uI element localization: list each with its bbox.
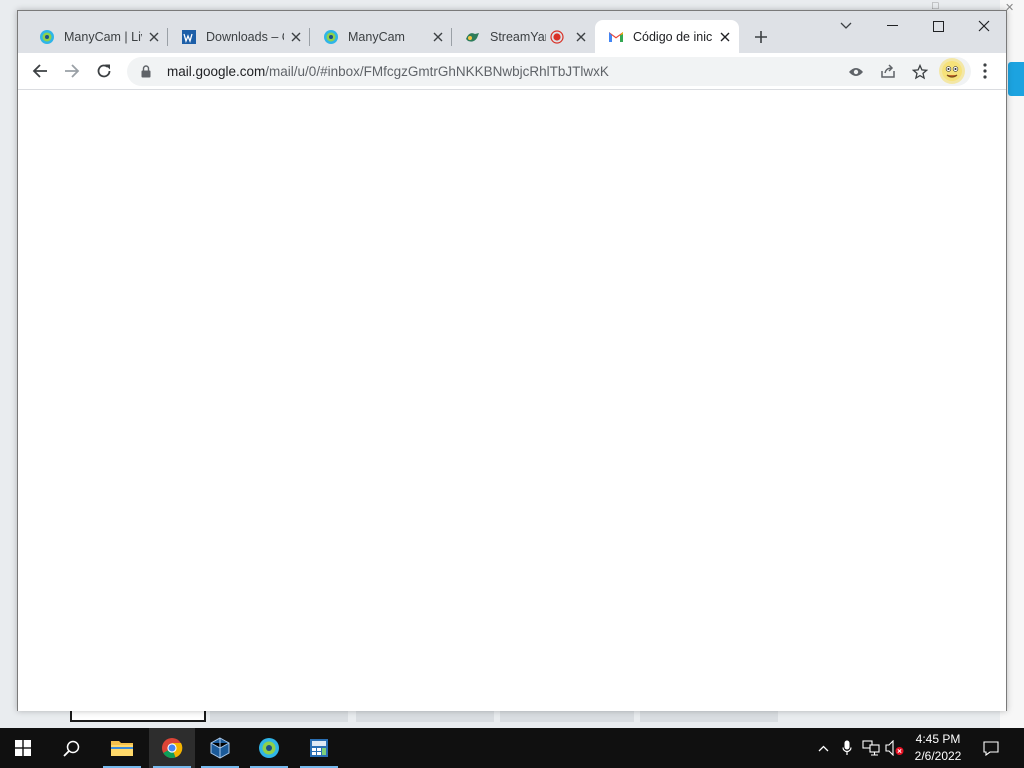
taskbar-virtualbox[interactable]: [197, 728, 243, 768]
share-icon[interactable]: [876, 60, 900, 84]
tab-title: Downloads – C: [206, 29, 284, 44]
close-tab-icon[interactable]: [717, 29, 733, 45]
chrome-icon: [162, 738, 183, 759]
clock-time: 4:45 PM: [915, 732, 961, 746]
minimize-button[interactable]: [869, 11, 915, 41]
navigation-toolbar: mail.google.com/mail/u/0/#inbox/FMfcgzGm…: [18, 53, 1006, 90]
tab-title: ManyCam | Liv: [64, 29, 142, 44]
close-icon: [978, 20, 990, 32]
taskbar-file-explorer[interactable]: [99, 728, 145, 768]
tab-search-button[interactable]: [823, 11, 869, 41]
reload-icon: [97, 64, 111, 78]
clock-date: 2/6/2022: [914, 749, 962, 763]
start-button[interactable]: [0, 728, 46, 768]
back-arrow-icon: [32, 64, 47, 78]
search-button[interactable]: [48, 728, 94, 768]
page-content[interactable]: [18, 91, 1006, 711]
system-clock[interactable]: 4:45 PM 2/6/2022: [900, 731, 976, 765]
taskbar-manycam[interactable]: [246, 728, 292, 768]
notifications-icon: [983, 740, 999, 756]
tab-manycam[interactable]: ManyCam: [310, 20, 452, 53]
tab-streamyard[interactable]: StreamYard: [452, 20, 594, 53]
tab-gmail[interactable]: Código de inic: [595, 20, 739, 53]
tab-title: Código de inic: [633, 29, 713, 44]
network-tray[interactable]: [860, 728, 882, 768]
network-icon: [862, 740, 880, 756]
maximize-icon: [932, 20, 944, 32]
close-tab-icon[interactable]: [288, 29, 304, 45]
show-hidden-icons-button[interactable]: [814, 728, 832, 768]
chevron-down-icon: [840, 22, 852, 29]
taskbar-chrome[interactable]: [149, 728, 195, 768]
background-strip: [640, 710, 778, 722]
forward-button[interactable]: [58, 57, 86, 85]
minimize-icon: [886, 25, 898, 26]
reload-button[interactable]: [90, 57, 118, 85]
tab-strip: ManyCam | Liv Downloads – C ManyCam Stre…: [18, 11, 1006, 53]
menu-button[interactable]: [971, 57, 999, 85]
search-icon: [62, 740, 79, 757]
taskbar: 4:45 PM 2/6/2022: [0, 728, 1024, 768]
close-tab-icon[interactable]: [430, 29, 446, 45]
folder-icon: [111, 741, 133, 756]
background-panel-tab: [1008, 62, 1024, 96]
gmail-icon: [607, 28, 624, 45]
background-strip: [356, 710, 494, 722]
new-tab-button[interactable]: [748, 24, 774, 50]
url-text[interactable]: mail.google.com/mail/u/0/#inbox/FMfcgzGm…: [167, 64, 609, 79]
url-host: mail.google.com: [167, 64, 266, 79]
profile-avatar[interactable]: [939, 58, 965, 84]
more-vert-icon: [983, 63, 987, 79]
forward-arrow-icon: [65, 64, 80, 78]
streamyard-icon: [464, 28, 481, 45]
back-button[interactable]: [26, 57, 54, 85]
tab-downloads[interactable]: Downloads – C: [168, 20, 310, 53]
chrome-window: ManyCam | Liv Downloads – C ManyCam Stre…: [17, 10, 1007, 711]
close-tab-icon[interactable]: [573, 29, 589, 45]
background-strip: [210, 710, 348, 722]
eye-icon[interactable]: [844, 60, 868, 84]
background-strip: [500, 710, 634, 722]
bookmark-star-icon[interactable]: [908, 60, 932, 84]
tab-manycam-live[interactable]: ManyCam | Liv: [26, 20, 168, 53]
chevron-up-icon: [818, 745, 828, 751]
tab-title: StreamYard: [490, 29, 546, 44]
windows-logo-icon: [15, 740, 31, 756]
tab-title: ManyCam: [348, 29, 405, 44]
microphone-icon: [842, 740, 852, 755]
close-tab-icon[interactable]: [146, 29, 162, 45]
address-bar[interactable]: mail.google.com/mail/u/0/#inbox/FMfcgzGm…: [127, 57, 971, 86]
downloads-icon: [180, 28, 197, 45]
virtualbox-icon: [210, 737, 230, 759]
microphone-tray[interactable]: [838, 728, 856, 768]
calculator-app-icon: [310, 739, 328, 757]
profile-avatar-icon: [942, 61, 962, 81]
url-path: /mail/u/0/#inbox/FMfcgzGmtrGhNKKBNwbjcRh…: [265, 64, 609, 79]
manycam-icon: [259, 738, 279, 758]
recording-icon: [548, 28, 565, 45]
action-center-button[interactable]: [980, 728, 1002, 768]
plus-icon: [755, 31, 767, 43]
manycam-icon: [322, 28, 339, 45]
maximize-button[interactable]: [915, 11, 961, 41]
lock-icon[interactable]: [133, 65, 159, 78]
manycam-icon: [38, 28, 55, 45]
close-window-button[interactable]: [961, 11, 1007, 41]
taskbar-app[interactable]: [296, 728, 342, 768]
